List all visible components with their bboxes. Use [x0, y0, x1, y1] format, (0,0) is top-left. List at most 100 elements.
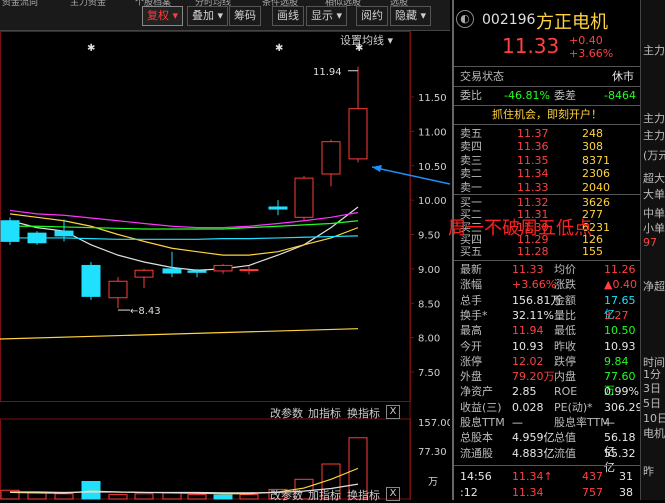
huaxian-button[interactable]: 画线 [272, 6, 304, 26]
order-price: 11.36 [517, 140, 549, 154]
volume-bar[interactable] [213, 494, 233, 500]
stat-label: 金额 [554, 293, 576, 307]
stock-code: 002196 [482, 12, 536, 28]
stat-row: 今开 10.93 昨收 10.93 [454, 340, 642, 354]
stat-label: 量比 [554, 308, 576, 322]
candle-body[interactable] [0, 220, 20, 242]
order-label: 买五 [460, 245, 482, 259]
chouma-button[interactable]: 筹码 [229, 6, 261, 26]
promo-text[interactable]: 抓住机会，即刻开户！ [492, 108, 602, 122]
sell-row: 卖一 11.33 2040 [454, 181, 642, 195]
stat-value: 10.93 [512, 339, 544, 353]
volume-bar[interactable] [27, 492, 47, 500]
capital-flow-label: 3日 [643, 382, 661, 395]
stat-label: 跌停 [554, 354, 576, 368]
price-axis-label: 8.00 [418, 334, 440, 345]
stat-value: 32.11% [512, 308, 554, 322]
toolbar-cut-item[interactable]: 主力资金 [70, 0, 130, 6]
candle-body[interactable] [27, 232, 47, 244]
stat-label: 股息TTM [460, 416, 505, 429]
kline-chart[interactable]: 11.50 11.00 10.50 10.00 9.50 9.00 8.50 8.00 7.50… [0, 31, 450, 500]
tick-price: 11.34↑ [512, 470, 553, 483]
stat-label: 流值 [554, 446, 576, 460]
stat-row: 净资产 2.85 ROE 0.99% [454, 385, 642, 399]
stat-value: 10.50 [604, 324, 636, 338]
tick-count: 38 [619, 486, 633, 499]
price-axis-label: 7.50 [418, 368, 440, 379]
candle-body[interactable] [321, 141, 341, 175]
toolbar-cut-item[interactable]: 资金流向 [2, 0, 62, 6]
diejia-label: 叠加 [192, 9, 214, 22]
promo-link[interactable]: 抓住机会，即刻开户！ [454, 108, 642, 122]
stat-label: 外盘 [460, 370, 482, 384]
capital-flow-label: 净超 [643, 280, 665, 293]
change-pct: +3.66% [569, 47, 614, 60]
yincang-arrow-icon: ▾ [420, 9, 427, 22]
price-axis-label: 10.50 [418, 162, 447, 173]
tool-huanzhibiao[interactable]: 换指标 [347, 405, 380, 421]
stat-label: 今开 [460, 339, 482, 353]
vol-axis-label: 77.30 [418, 447, 447, 458]
candle-body[interactable] [294, 177, 314, 218]
order-volume: 2040 [582, 180, 610, 194]
tool-gaicanshu-bottom[interactable]: 改参数 [270, 487, 303, 503]
diejia-button[interactable]: 叠加 ▾ [187, 6, 229, 26]
tool-gaicanshu[interactable]: 改参数 [270, 405, 303, 421]
fuquan-button[interactable]: 复权 ▾ [142, 6, 184, 26]
vol-axis-unit: 万 [428, 477, 438, 488]
capital-flow-label: 97 [643, 236, 657, 249]
candle-body[interactable] [268, 206, 288, 210]
stat-value: 11.26 [604, 263, 636, 276]
xianshi-label: 显示 [311, 9, 333, 22]
volume-bar[interactable] [162, 492, 182, 500]
stat-value: 4.959亿 [512, 431, 555, 445]
xianshi-button[interactable]: 显示 ▾ [306, 6, 348, 26]
stat-row: 股息TTM — 股息率TTM — [454, 416, 642, 430]
price-frame [0, 31, 411, 402]
stat-label: 流通股 [460, 446, 493, 460]
candle-body[interactable] [81, 264, 101, 297]
capital-flow-label: 电机 [643, 427, 665, 440]
order-label: 卖二 [460, 167, 482, 181]
candle-body[interactable] [213, 264, 233, 272]
volume-bar[interactable] [187, 494, 207, 500]
volume-bar[interactable] [81, 481, 101, 500]
candle-body[interactable] [239, 269, 259, 272]
stat-row: 最高 11.94 最低 10.50 [454, 324, 642, 338]
candle-body[interactable] [134, 269, 154, 278]
candle-body[interactable] [54, 230, 74, 237]
tool-huanzhibiao-bottom[interactable]: 换指标 [347, 487, 380, 503]
volume-bar[interactable] [54, 493, 74, 500]
tick-row: 14:56 11.34↑ 437 31 [454, 470, 642, 484]
tick-time: 14:56 [460, 470, 492, 483]
price-axis-label: 9.00 [418, 265, 440, 276]
stat-label: 涨幅 [460, 278, 482, 292]
annotation-text: 周一不破周五低点 [448, 218, 592, 239]
yincang-button[interactable]: 隐藏 ▾ [390, 6, 432, 26]
stat-value: 2.85 [512, 385, 537, 399]
candle-body[interactable] [162, 268, 182, 274]
stat-label: 涨跌 [554, 278, 576, 292]
candle-body[interactable] [108, 280, 128, 299]
yueyue-button[interactable]: 阅约 [356, 6, 388, 26]
sell-row: 卖二 11.34 2306 [454, 167, 642, 181]
ma60-line [10, 235, 359, 240]
tool-jiazhibiao-bottom[interactable]: 加指标 [308, 487, 341, 503]
volume-bar[interactable] [108, 494, 128, 500]
volume-bar[interactable] [239, 494, 259, 500]
change-abs: +0.40 [569, 34, 603, 47]
stat-value: 79.20万 [512, 370, 555, 384]
candle-body[interactable] [187, 270, 207, 273]
tool-jiazhibiao[interactable]: 加指标 [308, 405, 341, 421]
vol-axis-label: 157.00 [418, 418, 450, 429]
close-indicator-icon[interactable]: X [386, 405, 400, 419]
stat-row: 流通股 4.883亿 流值 55.32亿 [454, 446, 642, 474]
fuquan-arrow-icon: ▾ [172, 9, 179, 22]
volume-bar[interactable] [134, 493, 154, 500]
order-price: 11.33 [517, 180, 549, 194]
order-volume: 248 [582, 127, 603, 140]
stat-row: 涨停 12.02 跌停 9.84 [454, 355, 642, 369]
candle-body[interactable] [348, 108, 368, 160]
close-vol-icon[interactable]: X [386, 487, 400, 501]
settings-circle-icon[interactable]: ◐ [456, 10, 474, 28]
